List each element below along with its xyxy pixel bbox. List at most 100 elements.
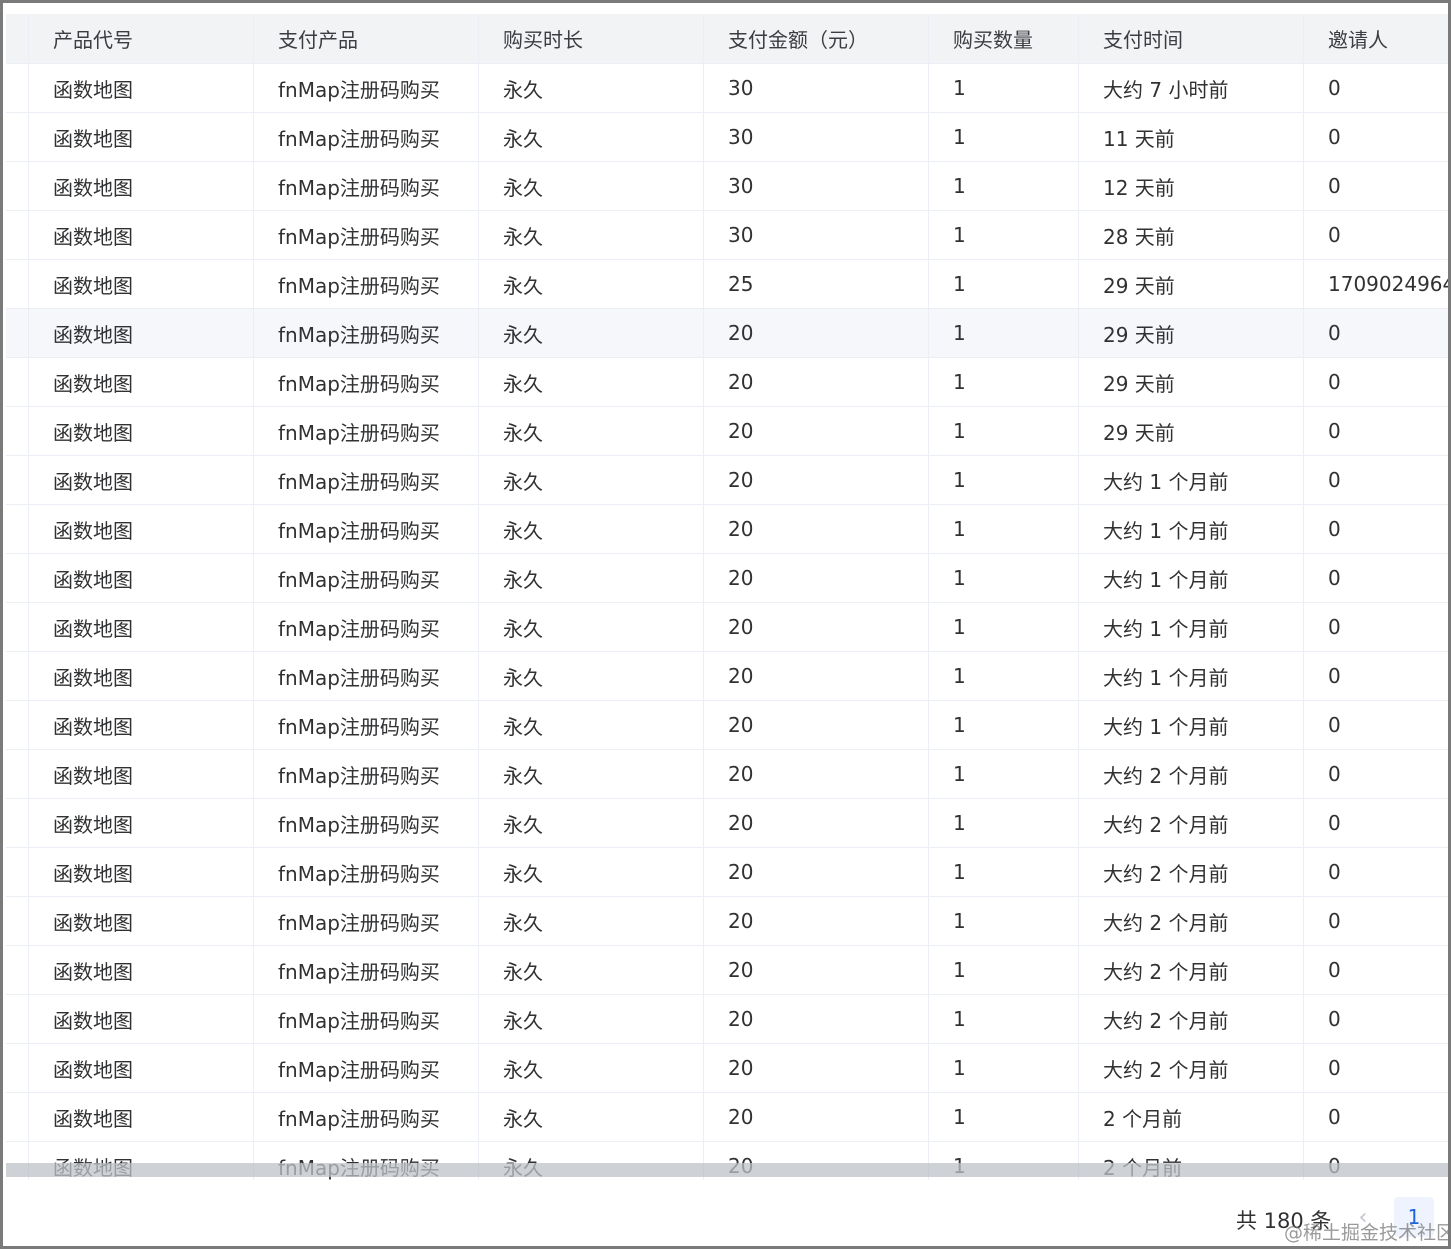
duration-cell: 永久 (479, 113, 704, 161)
pay-time-cell: 大约 7 小时前 (1079, 64, 1304, 112)
row-gutter (6, 554, 29, 602)
column-header-inviter[interactable]: 邀请人 (1304, 14, 1448, 63)
inviter-cell: 0 (1328, 321, 1341, 345)
table-body: 函数地图 fnMap注册码购买 永久 30 1 大约 7 小时前 0 函数地图 fnMap注册码… (6, 64, 1451, 1180)
quantity-cell: 1 (929, 1044, 1079, 1092)
quantity-cell: 1 (929, 603, 1079, 651)
inviter-cell: 0 (1328, 615, 1341, 639)
table-row[interactable]: 函数地图 fnMap注册码购买 永久 20 1 29 天前 0 (6, 407, 1448, 456)
pay-product-cell: fnMap注册码购买 (254, 897, 479, 945)
product-code-cell: 函数地图 (29, 750, 254, 798)
product-code-cell: 函数地图 (29, 652, 254, 700)
duration-cell: 永久 (479, 407, 704, 455)
row-gutter (6, 995, 29, 1043)
table-row[interactable]: 函数地图 fnMap注册码购买 永久 20 1 大约 2 个月前 0 (6, 1044, 1448, 1093)
quantity-cell: 1 (929, 162, 1079, 210)
table-row[interactable]: 函数地图fnMap注册码购买永久2012 个月前 0 (6, 1093, 1448, 1142)
row-gutter (6, 652, 29, 700)
inviter-cell: 0 (1328, 909, 1341, 933)
table-row[interactable]: 函数地图 fnMap注册码购买 永久 20 1 29 天前 0 (6, 358, 1448, 407)
table-row[interactable]: 函数地图 fnMap注册码购买 永久 20 1 大约 2 个月前 0 (6, 897, 1448, 946)
row-gutter (6, 358, 29, 406)
column-header-product-code[interactable]: 产品代号 (29, 14, 254, 63)
product-code-cell: 函数地图 (29, 456, 254, 504)
horizontal-scrollbar[interactable] (6, 1163, 1448, 1177)
row-gutter (6, 456, 29, 504)
table-row[interactable]: 函数地图 fnMap注册码购买 永久 20 1 大约 2 个月前 0 (6, 799, 1448, 848)
amount-cell: 20 (704, 505, 929, 553)
inviter-cell: 0 (1328, 958, 1341, 982)
table-row[interactable]: 函数地图 fnMap注册码购买 永久 30 1 28 天前 0 (6, 211, 1448, 260)
row-gutter (6, 946, 29, 994)
row-gutter (6, 799, 29, 847)
pay-time-cell: 大约 1 个月前 (1079, 456, 1304, 504)
amount-cell: 20 (704, 701, 929, 749)
pay-time-cell: 29 天前 (1079, 309, 1304, 357)
pay-time-cell: 大约 1 个月前 (1079, 603, 1304, 651)
column-header-duration[interactable]: 购买时长 (479, 14, 704, 63)
inviter-cell: 1709024964 (1328, 272, 1451, 296)
table-row[interactable]: 函数地图 fnMap注册码购买 永久 20 1 大约 1 个月前 0 (6, 701, 1448, 750)
table-row[interactable]: 函数地图 fnMap注册码购买 永久 30 1 12 天前 0 (6, 162, 1448, 211)
product-code-cell: 函数地图 (29, 505, 254, 553)
column-header-amount[interactable]: 支付金额（元） (704, 14, 929, 63)
pay-time-cell: 29 天前 (1079, 407, 1304, 455)
table-row[interactable]: 函数地图 fnMap注册码购买 永久 30 1 大约 7 小时前 0 (6, 64, 1448, 113)
table-row[interactable]: 函数地图 fnMap注册码购买 永久 20 1 大约 1 个月前 0 (6, 652, 1448, 701)
duration-cell: 永久 (479, 701, 704, 749)
column-header-pay-product[interactable]: 支付产品 (254, 14, 479, 63)
table-row[interactable]: 函数地图 fnMap注册码购买 永久 20 1 大约 2 个月前 0 (6, 946, 1448, 995)
table-row[interactable]: 函数地图 fnMap注册码购买 永久 20 1 大约 2 个月前 0 (6, 848, 1448, 897)
duration-cell: 永久 (479, 456, 704, 504)
inviter-cell: 0 (1328, 419, 1341, 443)
product-code-cell: 函数地图 (29, 946, 254, 994)
quantity-cell: 1 (929, 505, 1079, 553)
product-code-cell: 函数地图 (29, 1044, 254, 1092)
pay-product-cell: fnMap注册码购买 (254, 603, 479, 651)
product-code-cell: 函数地图 (29, 995, 254, 1043)
inviter-cell: 0 (1328, 76, 1341, 100)
product-code-cell: 函数地图 (29, 848, 254, 896)
table-row[interactable]: 函数地图 fnMap注册码购买 永久 20 1 大约 1 个月前 0 (6, 505, 1448, 554)
quantity-cell: 1 (929, 211, 1079, 259)
pay-product-cell: fnMap注册码购买 (254, 652, 479, 700)
product-code-cell: 函数地图 (29, 701, 254, 749)
quantity-cell: 1 (929, 946, 1079, 994)
column-header-quantity[interactable]: 购买数量 (929, 14, 1079, 63)
inviter-cell: 0 (1328, 125, 1341, 149)
selection-column-header (6, 14, 29, 63)
amount-cell: 20 (704, 897, 929, 945)
row-gutter (6, 407, 29, 455)
duration-cell: 永久 (479, 309, 704, 357)
pay-product-cell: fnMap注册码购买 (254, 1044, 479, 1092)
amount-cell: 20 (704, 750, 929, 798)
row-gutter (6, 211, 29, 259)
table-row[interactable]: 函数地图 fnMap注册码购买 永久 20 1 29 天前 0 (6, 309, 1448, 358)
table-row[interactable]: 函数地图 fnMap注册码购买 永久 20 1 大约 2 个月前 0 (6, 750, 1448, 799)
column-header-pay-time[interactable]: 支付时间 (1079, 14, 1304, 63)
table-row[interactable]: 函数地图 fnMap注册码购买 永久 20 1 大约 2 个月前 0 (6, 995, 1448, 1044)
quantity-cell: 1 (929, 358, 1079, 406)
amount-cell: 20 (704, 1044, 929, 1092)
inviter-cell: 0 (1328, 713, 1341, 737)
amount-cell: 20 (704, 995, 929, 1043)
product-code-cell: 函数地图 (29, 309, 254, 357)
amount-cell: 30 (704, 113, 929, 161)
product-code-cell: 函数地图 (29, 407, 254, 455)
row-gutter (6, 260, 29, 308)
table-row[interactable]: 函数地图 fnMap注册码购买 永久 20 1 大约 1 个月前 0 (6, 456, 1448, 505)
table-row[interactable]: 函数地图 fnMap注册码购买 永久 20 1 大约 1 个月前 0 (6, 554, 1448, 603)
table-row[interactable]: 函数地图 fnMap注册码购买 永久 20 1 大约 1 个月前 0 (6, 603, 1448, 652)
pay-product-cell: fnMap注册码购买 (254, 848, 479, 896)
table-row[interactable]: 函数地图 fnMap注册码购买 永久 25 1 29 天前 1709024964 (6, 260, 1451, 309)
pay-product-cell: fnMap注册码购买 (254, 995, 479, 1043)
table-footer: 共 180 条 ‹ 1 (6, 1180, 1448, 1246)
quantity-cell: 1 (929, 701, 1079, 749)
quantity-cell: 1 (929, 750, 1079, 798)
product-code-cell: 函数地图 (29, 358, 254, 406)
pay-product-cell: fnMap注册码购买 (254, 946, 479, 994)
table-row[interactable]: 函数地图 fnMap注册码购买 永久 30 1 11 天前 0 (6, 113, 1448, 162)
quantity-cell: 1 (929, 652, 1079, 700)
inviter-cell: 0 (1328, 1105, 1341, 1129)
duration-cell: 永久 (479, 946, 704, 994)
